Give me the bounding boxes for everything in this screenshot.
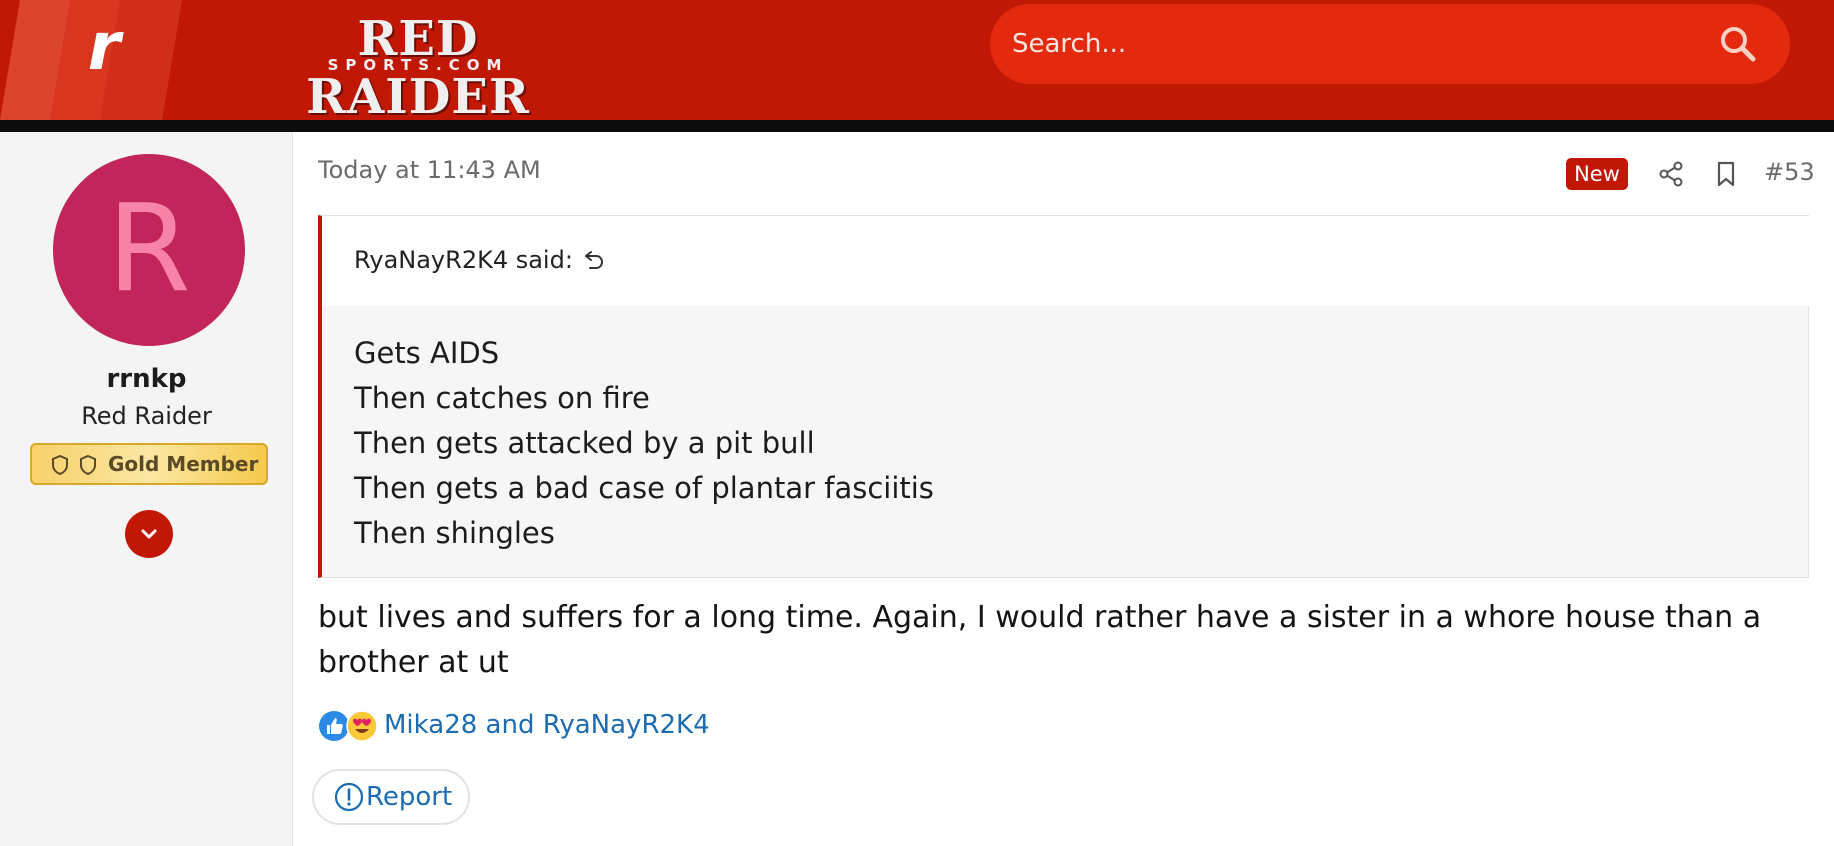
shield-icon bbox=[52, 454, 68, 476]
quote-content: Gets AIDS Then catches on fire Then gets… bbox=[354, 331, 934, 556]
post-number[interactable]: #53 bbox=[1764, 158, 1815, 186]
report-label: Report bbox=[366, 782, 453, 812]
search-bar bbox=[990, 4, 1790, 84]
bookmark-icon[interactable] bbox=[1714, 161, 1738, 187]
header-divider bbox=[0, 120, 1834, 132]
avatar[interactable]: R bbox=[53, 154, 245, 346]
quote-header: RyaNayR2K4 said: bbox=[322, 216, 1809, 306]
quote-line: Then shingles bbox=[354, 516, 555, 550]
site-logo[interactable]: r bbox=[0, 0, 190, 120]
go-to-quoted-post-icon[interactable] bbox=[582, 248, 606, 272]
brand-subtitle: SPORTS.COM bbox=[327, 56, 509, 74]
report-icon bbox=[334, 782, 364, 812]
love-icon bbox=[346, 710, 378, 742]
quote-line: Gets AIDS bbox=[354, 336, 500, 370]
logo-letter: r bbox=[87, 8, 121, 85]
search-icon[interactable] bbox=[1718, 24, 1758, 64]
site-header: r RED RAIDER SPORTS.COM bbox=[0, 0, 1834, 122]
quote-author[interactable]: RyaNayR2K4 said: bbox=[354, 246, 573, 274]
user-title: Red Raider bbox=[81, 402, 212, 430]
gold-member-badge: Gold Member bbox=[30, 443, 268, 485]
post-body: but lives and suffers for a long time. A… bbox=[318, 600, 1762, 680]
brand-wordmark[interactable]: RED RAIDER SPORTS.COM bbox=[248, 10, 588, 122]
post-user-sidebar: R rrnkp Red Raider Gold Member bbox=[0, 132, 293, 846]
share-icon[interactable] bbox=[1658, 161, 1684, 187]
username[interactable]: rrnkp bbox=[0, 364, 293, 394]
quote-line: Then gets attacked by a pit bull bbox=[354, 426, 815, 460]
badge-label: Gold Member bbox=[108, 452, 259, 476]
quote-block: RyaNayR2K4 said: Gets AIDS Then catches … bbox=[318, 215, 1809, 578]
shield-icon bbox=[80, 454, 96, 476]
post-timestamp[interactable]: Today at 11:43 AM bbox=[318, 156, 541, 184]
quote-line: Then catches on fire bbox=[354, 381, 650, 415]
search-input[interactable] bbox=[1012, 24, 1692, 64]
report-button[interactable]: Report bbox=[312, 769, 470, 825]
quote-line: Then gets a bad case of plantar fasciiti… bbox=[354, 471, 934, 505]
chevron-down-icon bbox=[141, 529, 157, 539]
reaction-users-link[interactable]: Mika28 and RyaNayR2K4 bbox=[384, 710, 710, 740]
expand-user-info-button[interactable] bbox=[125, 510, 173, 558]
new-badge: New bbox=[1566, 158, 1628, 190]
